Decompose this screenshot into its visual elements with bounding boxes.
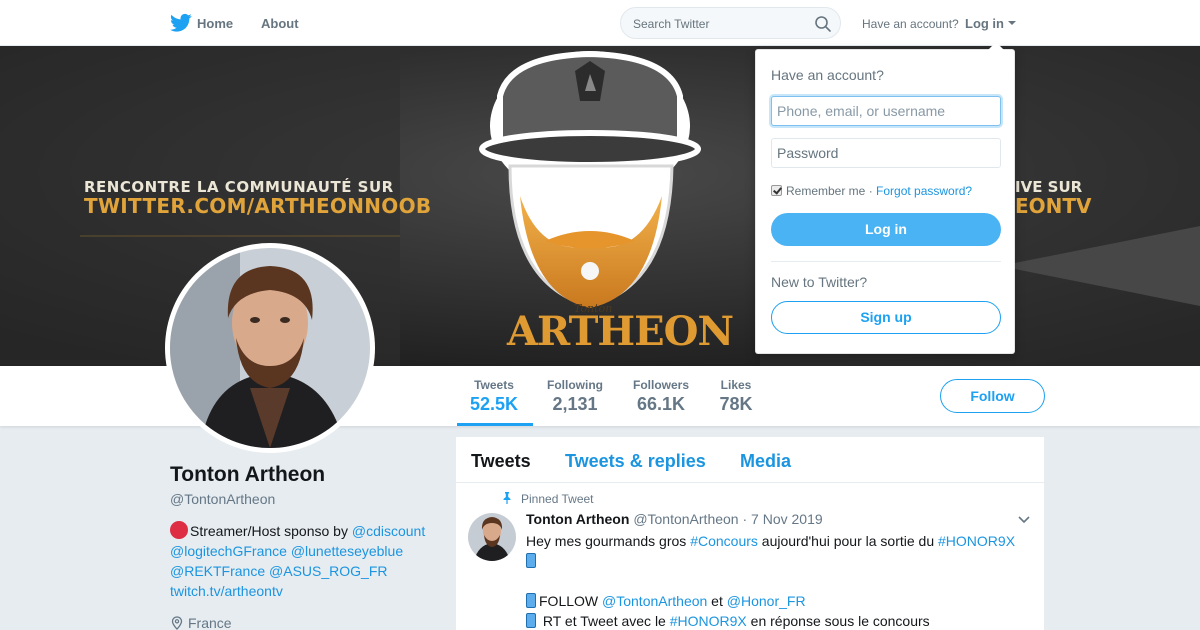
- banner-text-line2: TWITTER.COM/ARTHEONNOOB: [84, 194, 432, 218]
- tweet-text: en réponse sous le concours: [746, 613, 930, 629]
- profile-bio: Streamer/Host sponso by @cdiscount @logi…: [170, 521, 440, 601]
- stat-label: Likes: [720, 378, 752, 392]
- twitter-bird-icon[interactable]: [170, 13, 192, 33]
- mention-link[interactable]: @Honor_FR: [727, 593, 806, 609]
- remember-me-label[interactable]: Remember me: [786, 184, 865, 198]
- password-field[interactable]: [771, 138, 1001, 168]
- red-circle-emoji-icon: [170, 521, 188, 539]
- hashtag-link[interactable]: #HONOR9X: [938, 533, 1015, 549]
- signup-button[interactable]: Sign up: [771, 301, 1001, 334]
- timeline-tabs: Tweets Tweets & replies Media: [456, 437, 1044, 483]
- tweet-date[interactable]: 7 Nov 2019: [751, 511, 823, 527]
- remember-me-row: Remember me · Forgot password?: [771, 184, 972, 198]
- nav-home-link[interactable]: Home: [197, 16, 233, 31]
- pin-icon: [503, 492, 511, 504]
- login-dropdown-title: Have an account?: [771, 67, 884, 83]
- stat-label: Tweets: [474, 378, 514, 392]
- tab-tweets[interactable]: Tweets: [471, 451, 531, 472]
- profile-location: France: [170, 615, 232, 630]
- login-dropdown-toggle[interactable]: Log in: [965, 16, 1004, 31]
- bio-mention-link[interactable]: @cdiscount: [352, 523, 425, 539]
- tweet-author-name[interactable]: Tonton Artheon: [526, 511, 629, 527]
- search-input[interactable]: [633, 15, 803, 33]
- stat-label: Following: [547, 378, 603, 392]
- tweet-text: aujourd'hui pour la sortie du: [757, 533, 939, 549]
- chevron-down-icon[interactable]: [1008, 21, 1016, 25]
- search-box: [620, 7, 841, 39]
- tab-tweets-and-replies[interactable]: Tweets & replies: [565, 451, 706, 472]
- mention-link[interactable]: @TontonArtheon: [602, 593, 707, 609]
- pinned-text: Pinned Tweet: [521, 492, 594, 506]
- mobile-phone-emoji-icon: [526, 593, 536, 608]
- stat-value: 78K: [719, 394, 753, 414]
- dropdown-arrow: [988, 42, 1004, 50]
- nav-about-link[interactable]: About: [261, 16, 299, 31]
- avatar-photo: [170, 248, 370, 448]
- location-text: France: [188, 615, 232, 630]
- profile-handle[interactable]: @TontonArtheon: [170, 491, 275, 507]
- username-field[interactable]: [771, 96, 1001, 126]
- top-navigation-bar: Home About Have an account? Log in: [0, 0, 1200, 46]
- new-to-twitter-text: New to Twitter?: [771, 274, 868, 290]
- search-icon[interactable]: [814, 15, 832, 33]
- login-button[interactable]: Log in: [771, 213, 1001, 246]
- separator-dot: ·: [865, 184, 877, 198]
- tab-media[interactable]: Media: [740, 451, 791, 472]
- bio-text: Streamer/Host sponso by: [190, 523, 352, 539]
- remember-me-checkbox[interactable]: [771, 185, 782, 196]
- stat-label: Followers: [632, 378, 689, 392]
- banner-text-right-line2: EONTV: [1015, 194, 1092, 218]
- stat-followers[interactable]: Followers 66.1K: [630, 378, 692, 415]
- hashtag-link[interactable]: #HONOR9X: [670, 613, 747, 629]
- stat-following[interactable]: Following 2,131: [545, 378, 605, 415]
- tweet-date-separator: ·: [742, 511, 748, 527]
- banner-logo-text: ARTHEON: [507, 308, 734, 355]
- tweet-author-handle[interactable]: @TontonArtheon: [633, 511, 738, 527]
- tweet-text: Hey mes gourmands gros: [526, 533, 691, 549]
- profile-name: Tonton Artheon: [170, 463, 326, 486]
- hashtag-link[interactable]: #Concours: [690, 533, 758, 549]
- stat-likes[interactable]: Likes 78K: [716, 378, 756, 415]
- follow-button[interactable]: Follow: [940, 379, 1045, 413]
- bio-website-link[interactable]: twitch.tv/artheontv: [170, 583, 283, 599]
- stat-value: 66.1K: [636, 394, 686, 414]
- have-account-text: Have an account?: [862, 17, 959, 31]
- profile-avatar[interactable]: [165, 243, 375, 453]
- timeline: Tweets Tweets & replies Media Pinned Twe…: [456, 437, 1044, 630]
- stat-tweets[interactable]: Tweets 52.5K: [467, 378, 521, 415]
- forgot-password-link[interactable]: Forgot password?: [876, 184, 972, 198]
- bio-mention-link[interactable]: @ASUS_ROG_FR: [269, 563, 387, 579]
- bio-mention-link[interactable]: @logitechGFrance: [170, 543, 287, 559]
- mobile-phone-emoji-icon: [526, 613, 536, 628]
- divider: [771, 261, 1001, 262]
- stat-value: 2,131: [552, 394, 598, 414]
- active-tab-underline: [457, 423, 533, 426]
- tweet-text: et: [707, 593, 727, 609]
- bio-mention-link[interactable]: @lunetteseyeblue: [291, 543, 403, 559]
- login-dropdown: Have an account? Remember me · Forgot pa…: [755, 42, 1015, 354]
- pinned-tweet-label: Pinned Tweet: [502, 492, 594, 506]
- tweet-header: Tonton Artheon @TontonArtheon · 7 Nov 20…: [526, 511, 823, 527]
- chevron-down-icon[interactable]: [1018, 516, 1030, 524]
- tweet-text: RT et Tweet avec le: [539, 613, 670, 629]
- tweet-text: FOLLOW: [539, 593, 603, 609]
- location-pin-icon: [171, 616, 183, 630]
- tweet-body: Hey mes gourmands gros #Concours aujourd…: [526, 531, 1031, 630]
- stat-value: 52.5K: [469, 394, 519, 414]
- tweet-avatar[interactable]: [468, 513, 516, 561]
- bio-mention-link[interactable]: @REKTFrance: [170, 563, 265, 579]
- mobile-phone-emoji-icon: [526, 553, 536, 568]
